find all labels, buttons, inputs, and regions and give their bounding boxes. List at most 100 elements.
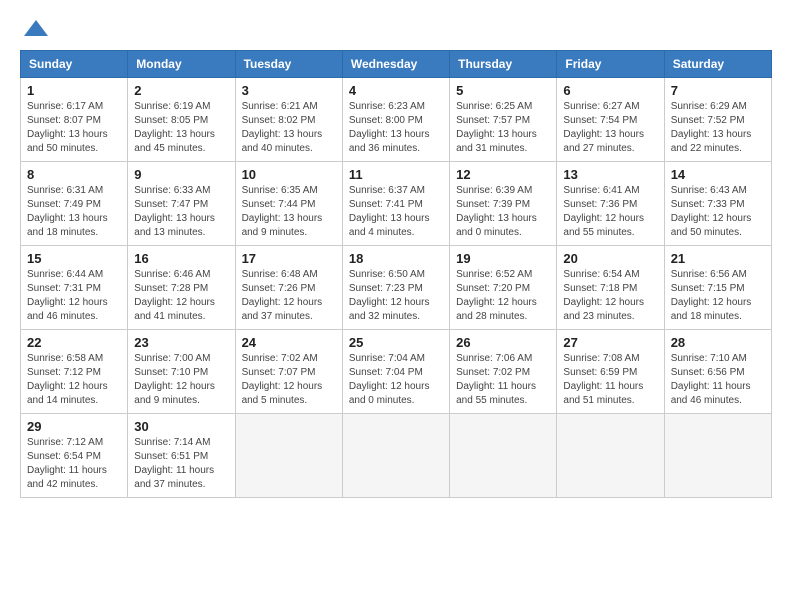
daylight-label: Daylight: 12 hours and 55 minutes.	[563, 213, 644, 238]
weekday-header-thursday: Thursday	[450, 51, 557, 78]
calendar-cell: 6 Sunrise: 6:27 AM Sunset: 7:54 PM Dayli…	[557, 78, 664, 162]
week-row-5: 29 Sunrise: 7:12 AM Sunset: 6:54 PM Dayl…	[21, 414, 772, 498]
sunset-label: Sunset: 7:12 PM	[27, 367, 101, 378]
day-number: 5	[456, 83, 550, 98]
sunset-label: Sunset: 7:41 PM	[349, 199, 423, 210]
sunset-label: Sunset: 7:54 PM	[563, 115, 637, 126]
sunset-label: Sunset: 6:51 PM	[134, 451, 208, 462]
day-number: 9	[134, 167, 228, 182]
sunset-label: Sunset: 7:44 PM	[242, 199, 316, 210]
daylight-label: Daylight: 11 hours and 42 minutes.	[27, 465, 107, 490]
sunset-label: Sunset: 7:47 PM	[134, 199, 208, 210]
sunrise-label: Sunrise: 6:23 AM	[349, 101, 425, 112]
day-info: Sunrise: 6:52 AM Sunset: 7:20 PM Dayligh…	[456, 268, 550, 324]
sunrise-label: Sunrise: 7:08 AM	[563, 353, 639, 364]
calendar-cell: 18 Sunrise: 6:50 AM Sunset: 7:23 PM Dayl…	[342, 246, 449, 330]
calendar-cell: 4 Sunrise: 6:23 AM Sunset: 8:00 PM Dayli…	[342, 78, 449, 162]
daylight-label: Daylight: 13 hours and 27 minutes.	[563, 129, 644, 154]
daylight-label: Daylight: 13 hours and 36 minutes.	[349, 129, 430, 154]
day-number: 30	[134, 419, 228, 434]
calendar-cell: 22 Sunrise: 6:58 AM Sunset: 7:12 PM Dayl…	[21, 330, 128, 414]
day-info: Sunrise: 6:41 AM Sunset: 7:36 PM Dayligh…	[563, 184, 657, 240]
calendar-cell	[450, 414, 557, 498]
day-number: 8	[27, 167, 121, 182]
daylight-label: Daylight: 13 hours and 50 minutes.	[27, 129, 108, 154]
calendar-cell: 25 Sunrise: 7:04 AM Sunset: 7:04 PM Dayl…	[342, 330, 449, 414]
sunset-label: Sunset: 6:56 PM	[671, 367, 745, 378]
day-info: Sunrise: 7:12 AM Sunset: 6:54 PM Dayligh…	[27, 436, 121, 492]
daylight-label: Daylight: 12 hours and 9 minutes.	[134, 381, 215, 406]
daylight-label: Daylight: 12 hours and 37 minutes.	[242, 297, 323, 322]
calendar-cell: 19 Sunrise: 6:52 AM Sunset: 7:20 PM Dayl…	[450, 246, 557, 330]
day-number: 15	[27, 251, 121, 266]
sunrise-label: Sunrise: 6:44 AM	[27, 269, 103, 280]
week-row-4: 22 Sunrise: 6:58 AM Sunset: 7:12 PM Dayl…	[21, 330, 772, 414]
day-number: 19	[456, 251, 550, 266]
weekday-header-sunday: Sunday	[21, 51, 128, 78]
calendar: SundayMondayTuesdayWednesdayThursdayFrid…	[20, 50, 772, 498]
day-number: 14	[671, 167, 765, 182]
sunrise-label: Sunrise: 7:04 AM	[349, 353, 425, 364]
sunrise-label: Sunrise: 6:50 AM	[349, 269, 425, 280]
daylight-label: Daylight: 13 hours and 31 minutes.	[456, 129, 537, 154]
calendar-cell: 11 Sunrise: 6:37 AM Sunset: 7:41 PM Dayl…	[342, 162, 449, 246]
calendar-cell: 26 Sunrise: 7:06 AM Sunset: 7:02 PM Dayl…	[450, 330, 557, 414]
sunrise-label: Sunrise: 6:21 AM	[242, 101, 318, 112]
day-info: Sunrise: 6:43 AM Sunset: 7:33 PM Dayligh…	[671, 184, 765, 240]
sunrise-label: Sunrise: 6:56 AM	[671, 269, 747, 280]
day-info: Sunrise: 7:02 AM Sunset: 7:07 PM Dayligh…	[242, 352, 336, 408]
daylight-label: Daylight: 13 hours and 4 minutes.	[349, 213, 430, 238]
sunset-label: Sunset: 7:49 PM	[27, 199, 101, 210]
sunrise-label: Sunrise: 6:27 AM	[563, 101, 639, 112]
day-info: Sunrise: 6:48 AM Sunset: 7:26 PM Dayligh…	[242, 268, 336, 324]
calendar-cell: 15 Sunrise: 6:44 AM Sunset: 7:31 PM Dayl…	[21, 246, 128, 330]
daylight-label: Daylight: 13 hours and 9 minutes.	[242, 213, 323, 238]
calendar-cell: 5 Sunrise: 6:25 AM Sunset: 7:57 PM Dayli…	[450, 78, 557, 162]
day-number: 17	[242, 251, 336, 266]
day-number: 11	[349, 167, 443, 182]
sunset-label: Sunset: 7:07 PM	[242, 367, 316, 378]
sunrise-label: Sunrise: 6:41 AM	[563, 185, 639, 196]
sunset-label: Sunset: 6:54 PM	[27, 451, 101, 462]
calendar-cell: 14 Sunrise: 6:43 AM Sunset: 7:33 PM Dayl…	[664, 162, 771, 246]
day-info: Sunrise: 6:56 AM Sunset: 7:15 PM Dayligh…	[671, 268, 765, 324]
day-info: Sunrise: 7:00 AM Sunset: 7:10 PM Dayligh…	[134, 352, 228, 408]
daylight-label: Daylight: 11 hours and 46 minutes.	[671, 381, 751, 406]
day-number: 20	[563, 251, 657, 266]
sunrise-label: Sunrise: 7:12 AM	[27, 437, 103, 448]
daylight-label: Daylight: 12 hours and 14 minutes.	[27, 381, 108, 406]
day-info: Sunrise: 6:37 AM Sunset: 7:41 PM Dayligh…	[349, 184, 443, 240]
sunrise-label: Sunrise: 7:10 AM	[671, 353, 747, 364]
sunrise-label: Sunrise: 7:02 AM	[242, 353, 318, 364]
calendar-cell: 29 Sunrise: 7:12 AM Sunset: 6:54 PM Dayl…	[21, 414, 128, 498]
weekday-header-tuesday: Tuesday	[235, 51, 342, 78]
weekday-header-friday: Friday	[557, 51, 664, 78]
daylight-label: Daylight: 12 hours and 5 minutes.	[242, 381, 323, 406]
day-info: Sunrise: 6:21 AM Sunset: 8:02 PM Dayligh…	[242, 100, 336, 156]
calendar-cell: 17 Sunrise: 6:48 AM Sunset: 7:26 PM Dayl…	[235, 246, 342, 330]
day-info: Sunrise: 6:17 AM Sunset: 8:07 PM Dayligh…	[27, 100, 121, 156]
daylight-label: Daylight: 13 hours and 40 minutes.	[242, 129, 323, 154]
logo-icon	[24, 16, 48, 40]
day-info: Sunrise: 6:58 AM Sunset: 7:12 PM Dayligh…	[27, 352, 121, 408]
week-row-1: 1 Sunrise: 6:17 AM Sunset: 8:07 PM Dayli…	[21, 78, 772, 162]
sunset-label: Sunset: 7:57 PM	[456, 115, 530, 126]
day-info: Sunrise: 6:23 AM Sunset: 8:00 PM Dayligh…	[349, 100, 443, 156]
sunset-label: Sunset: 6:59 PM	[563, 367, 637, 378]
day-number: 2	[134, 83, 228, 98]
page-header	[20, 20, 772, 40]
sunrise-label: Sunrise: 6:46 AM	[134, 269, 210, 280]
day-number: 28	[671, 335, 765, 350]
day-number: 21	[671, 251, 765, 266]
sunrise-label: Sunrise: 6:43 AM	[671, 185, 747, 196]
sunrise-label: Sunrise: 7:14 AM	[134, 437, 210, 448]
sunset-label: Sunset: 7:33 PM	[671, 199, 745, 210]
day-info: Sunrise: 6:33 AM Sunset: 7:47 PM Dayligh…	[134, 184, 228, 240]
daylight-label: Daylight: 12 hours and 23 minutes.	[563, 297, 644, 322]
calendar-cell: 16 Sunrise: 6:46 AM Sunset: 7:28 PM Dayl…	[128, 246, 235, 330]
daylight-label: Daylight: 13 hours and 13 minutes.	[134, 213, 215, 238]
calendar-cell: 28 Sunrise: 7:10 AM Sunset: 6:56 PM Dayl…	[664, 330, 771, 414]
sunrise-label: Sunrise: 6:48 AM	[242, 269, 318, 280]
calendar-cell: 21 Sunrise: 6:56 AM Sunset: 7:15 PM Dayl…	[664, 246, 771, 330]
sunset-label: Sunset: 8:02 PM	[242, 115, 316, 126]
